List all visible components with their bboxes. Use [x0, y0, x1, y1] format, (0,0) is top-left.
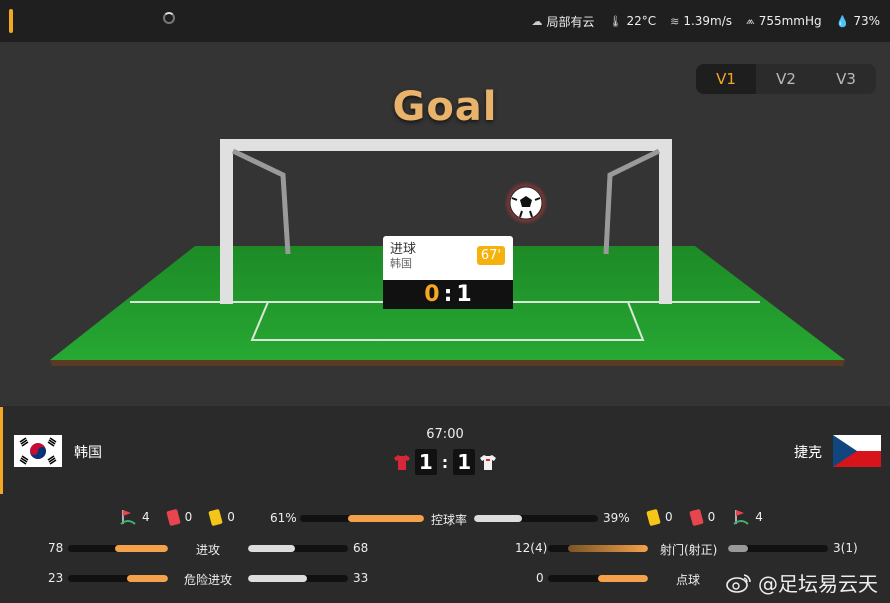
- match-clock: 67:00: [426, 427, 464, 442]
- yellow-card-icon: [646, 508, 661, 526]
- home-corners: 4: [142, 510, 150, 524]
- weather-wind: ≋ 1.39m/s: [670, 14, 733, 28]
- possession-away-fill: [474, 515, 523, 522]
- weibo-watermark: @足坛易云天: [726, 568, 878, 597]
- loading-spinner-icon: [163, 12, 175, 24]
- scoreboard: 韩国 67:00 1 : 1 捷克: [0, 407, 890, 494]
- right-net-frame: [603, 148, 661, 255]
- wind-icon: ≋: [670, 14, 680, 28]
- away-jersey-icon: [480, 455, 497, 470]
- penalty-home-bar: [548, 575, 648, 582]
- shots-home: 12(4): [515, 541, 548, 555]
- danger-away-fill: [248, 575, 307, 582]
- danger-home: 23: [48, 571, 64, 585]
- crossbar: [220, 139, 672, 151]
- attack-away-fill: [248, 545, 295, 552]
- match-stats: 4 0 0 61% 控球率 39% 0 0 4 78 进攻 68 12(4) 射…: [0, 494, 890, 603]
- shots-away-bar: [728, 545, 828, 552]
- penalty-home-fill: [598, 575, 648, 582]
- shots-away: 3(1): [833, 541, 858, 555]
- danger-label: 危险进攻: [184, 573, 233, 587]
- pressure-icon: ⩕: [746, 14, 755, 27]
- pitch-edge: [50, 360, 845, 366]
- danger-away: 33: [353, 571, 369, 585]
- czech-flag-icon: [833, 435, 881, 467]
- live-score: 1 : 1: [0, 449, 890, 475]
- event-score-home: 0: [424, 282, 440, 307]
- shots-label: 射门(射正): [660, 543, 718, 557]
- match-animation: Goal V1 V2 V3 进球 韩国 67' 0:1: [0, 42, 890, 406]
- penalty-label: 点球: [676, 573, 701, 587]
- weather-pressure: ⩕ 755mmHg: [746, 14, 822, 28]
- weibo-icon: [726, 573, 751, 593]
- away-team-name[interactable]: 捷克: [794, 442, 822, 462]
- possession-away: 39%: [603, 511, 630, 525]
- danger-home-bar: [68, 575, 168, 582]
- weather-temperature: 🌡 22°C: [608, 14, 657, 28]
- possession-label: 控球率: [431, 513, 468, 527]
- attack-away-bar: [248, 545, 348, 552]
- possession-away-bar: [474, 515, 598, 522]
- away-yellow-cards: 0: [665, 510, 673, 524]
- home-jersey-icon: [393, 455, 410, 470]
- away-red-cards: 0: [707, 510, 716, 524]
- shots-home-bar: [548, 545, 648, 552]
- weather-info: ☁ 局部有云 🌡 22°C ≋ 1.39m/s ⩕ 755mmHg 💧 73%: [531, 0, 880, 42]
- shots-away-fill: [728, 545, 748, 552]
- home-score: 1: [414, 449, 437, 475]
- version-tab-v3[interactable]: V3: [816, 64, 876, 94]
- version-tab-v2[interactable]: V2: [756, 64, 816, 94]
- away-event-counts: 0 0 4: [646, 506, 775, 528]
- accent-marker: [9, 9, 13, 33]
- attack-home-bar: [68, 545, 168, 552]
- possession-home-bar: [300, 515, 424, 522]
- version-switcher: V1 V2 V3: [696, 64, 876, 94]
- away-corners: 4: [755, 510, 763, 524]
- version-tab-v1[interactable]: V1: [696, 64, 756, 94]
- attack-label: 进攻: [196, 543, 221, 557]
- danger-home-fill: [126, 575, 168, 582]
- weather-humidity: 💧 73%: [835, 14, 880, 28]
- danger-away-bar: [248, 575, 348, 582]
- corner-flag-icon: [733, 510, 749, 525]
- yellow-card-icon: [208, 508, 224, 526]
- possession-home-fill: [348, 515, 424, 522]
- weather-condition: ☁ 局部有云: [531, 14, 595, 29]
- goal-event-card: 进球 韩国 67' 0:1: [383, 236, 513, 309]
- droplet-icon: 💧: [835, 14, 850, 28]
- watermark-text: @足坛易云天: [758, 572, 878, 596]
- away-score: 1: [453, 449, 476, 475]
- attack-home-fill: [114, 545, 168, 552]
- event-minute-badge: 67': [476, 246, 505, 265]
- red-card-icon: [688, 508, 704, 526]
- red-card-icon: [165, 508, 181, 526]
- left-post: [220, 139, 233, 304]
- left-net-frame: [231, 148, 291, 255]
- weather-bar: ☁ 局部有云 🌡 22°C ≋ 1.39m/s ⩕ 755mmHg 💧 73%: [0, 0, 890, 42]
- home-event-counts: 4 0 0: [120, 506, 247, 528]
- right-post: [659, 139, 672, 304]
- cloud-icon: ☁: [531, 14, 543, 28]
- attack-away: 68: [353, 541, 369, 555]
- corner-flag-icon: [120, 510, 136, 525]
- possession-home: 61%: [270, 511, 297, 525]
- attack-home: 78: [48, 541, 64, 555]
- penalty-home: 0: [536, 571, 544, 585]
- thermometer-icon: 🌡: [608, 14, 623, 28]
- shots-home-fill: [568, 545, 648, 552]
- event-score: 0:1: [383, 280, 513, 309]
- home-red-cards: 0: [184, 510, 193, 524]
- event-score-away: 1: [456, 282, 472, 307]
- home-yellow-cards: 0: [227, 510, 235, 524]
